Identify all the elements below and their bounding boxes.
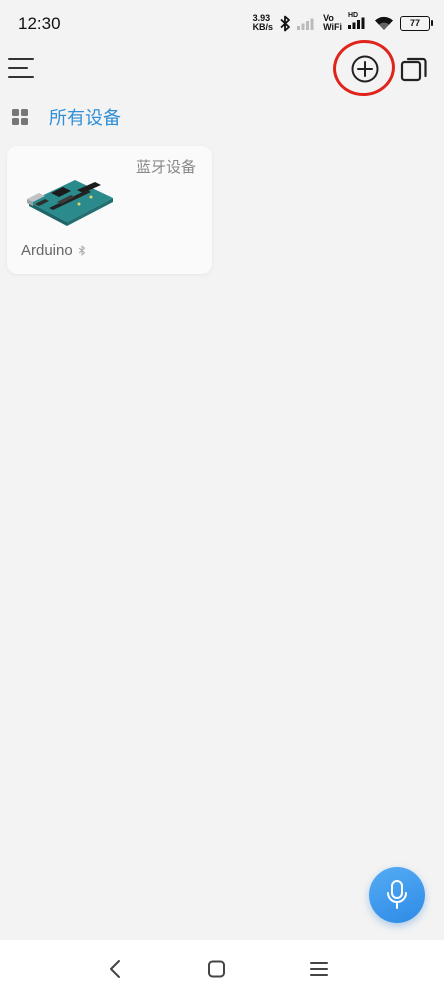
device-card[interactable]: 蓝牙设备 Arduino xyxy=(7,146,212,274)
bluetooth-icon xyxy=(280,15,290,31)
home-icon[interactable] xyxy=(204,956,230,982)
device-type-label: 蓝牙设备 xyxy=(135,159,196,176)
network-speed-unit: KB/s xyxy=(252,22,274,32)
add-device-button[interactable] xyxy=(348,52,382,86)
status-time: 12:30 xyxy=(18,14,61,33)
microphone-icon xyxy=(387,880,407,909)
network-speed: 3.93 KB/s xyxy=(253,14,274,32)
signal-icon-sim1 xyxy=(297,18,314,30)
battery-icon: 77 xyxy=(400,15,433,31)
vowifi-label: Vo WiFi xyxy=(323,14,342,32)
bluetooth-icon xyxy=(78,245,85,256)
arduino-board-image xyxy=(27,180,113,226)
group-header[interactable]: 所有设备 xyxy=(12,104,121,130)
status-icons: 3.93 KB/s Vo WiFi HD 77 xyxy=(253,12,433,32)
hamburger-menu-icon[interactable] xyxy=(8,56,36,80)
battery-level: 77 xyxy=(409,18,420,28)
status-bar: 12:30 3.93 KB/s Vo WiFi HD 77 xyxy=(0,0,444,48)
voice-input-button[interactable] xyxy=(369,867,425,923)
device-name-row: Arduino xyxy=(21,242,86,259)
vowifi-bottom: WiFi xyxy=(323,22,342,32)
multi-window-icon[interactable] xyxy=(400,56,428,84)
system-nav-bar xyxy=(0,940,444,996)
wifi-icon xyxy=(375,16,393,30)
group-title: 所有设备 xyxy=(49,108,121,128)
hd-label: HD xyxy=(348,12,359,19)
grid-icon xyxy=(12,109,28,125)
device-name: Arduino xyxy=(21,242,73,259)
recents-menu-icon[interactable] xyxy=(306,956,332,982)
signal-hd: HD xyxy=(348,12,368,31)
back-icon[interactable] xyxy=(102,956,128,982)
